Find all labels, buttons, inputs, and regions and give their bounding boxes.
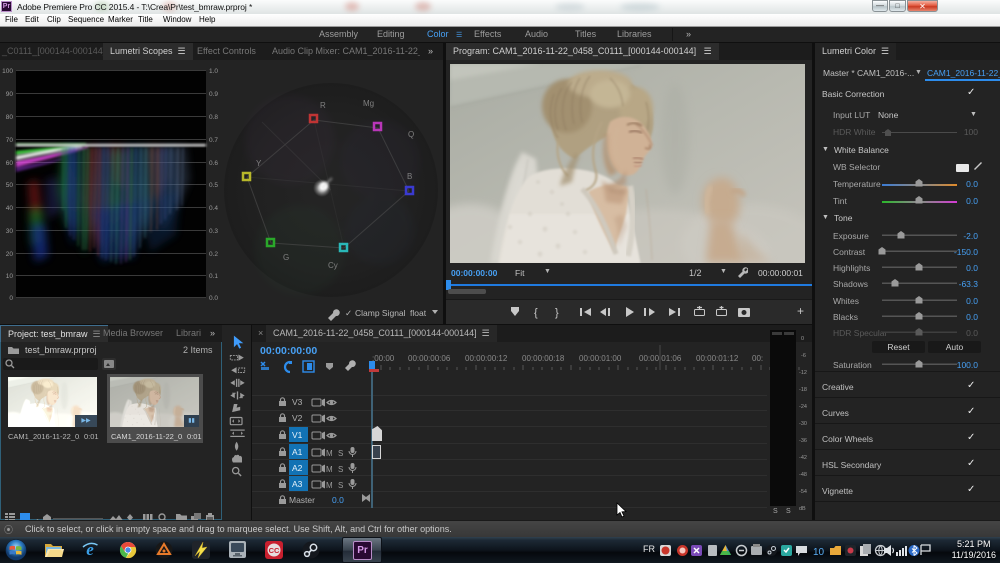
- svg-text:✓: ✓: [345, 308, 352, 318]
- svg-text:0.6: 0.6: [209, 160, 218, 167]
- svg-text:0: 0: [9, 295, 13, 302]
- svg-text:Cy: Cy: [328, 261, 338, 270]
- svg-text:00:: 00:: [752, 354, 763, 363]
- svg-text:0.5: 0.5: [209, 182, 218, 189]
- svg-text:S: S: [338, 465, 343, 474]
- svg-text:10: 10: [813, 547, 825, 557]
- svg-text:0.0: 0.0: [332, 495, 344, 505]
- svg-text:B: B: [407, 172, 412, 181]
- svg-text:100: 100: [2, 68, 13, 75]
- svg-text:G: G: [283, 253, 289, 262]
- svg-text:-42: -42: [799, 455, 807, 461]
- svg-text:1.0: 1.0: [209, 68, 218, 75]
- svg-text:M: M: [326, 481, 333, 490]
- svg-text:float: float: [410, 308, 427, 318]
- svg-text:30: 30: [6, 228, 14, 235]
- svg-text:{: {: [534, 307, 538, 319]
- svg-text:S: S: [338, 481, 343, 490]
- svg-text:R: R: [320, 101, 326, 110]
- svg-text:00:00:00:06: 00:00:00:06: [408, 354, 451, 363]
- svg-text:0.9: 0.9: [209, 91, 218, 98]
- svg-text::00:00: :00:00: [372, 354, 395, 363]
- svg-text:Q: Q: [408, 130, 414, 139]
- svg-text:00:00:01:00: 00:00:01:00: [579, 354, 622, 363]
- svg-text:-18: -18: [799, 387, 807, 393]
- svg-text:-36: -36: [799, 438, 807, 444]
- svg-text:A2: A2: [292, 463, 303, 473]
- svg-text:0.1: 0.1: [209, 273, 218, 280]
- svg-text:-6: -6: [801, 353, 806, 359]
- svg-text:Y: Y: [256, 159, 262, 168]
- svg-text:80: 80: [6, 114, 14, 121]
- svg-text:00:00:00:12: 00:00:00:12: [465, 354, 508, 363]
- svg-text:Mg: Mg: [363, 99, 374, 108]
- svg-text:50: 50: [6, 182, 14, 189]
- svg-text:M: M: [326, 465, 333, 474]
- svg-text:0.3: 0.3: [209, 228, 218, 235]
- svg-text:CC: CC: [269, 546, 280, 555]
- svg-text:V3: V3: [292, 397, 303, 407]
- svg-text:00:00:00:18: 00:00:00:18: [522, 354, 565, 363]
- svg-text:20: 20: [6, 251, 14, 258]
- svg-text:A1: A1: [292, 447, 303, 457]
- svg-text:-48: -48: [799, 472, 807, 478]
- svg-text:0.4: 0.4: [209, 205, 218, 212]
- svg-text:-54: -54: [799, 489, 807, 495]
- svg-text:-24: -24: [799, 404, 807, 410]
- svg-text:0: 0: [801, 336, 804, 342]
- svg-text:S: S: [338, 449, 343, 458]
- svg-text:M: M: [326, 449, 333, 458]
- svg-text:Clamp Signal: Clamp Signal: [355, 308, 406, 318]
- svg-text:0.7: 0.7: [209, 137, 218, 144]
- svg-text:V2: V2: [292, 413, 303, 423]
- svg-text:10: 10: [6, 273, 14, 280]
- svg-text:70: 70: [6, 137, 14, 144]
- svg-text:V1: V1: [292, 430, 303, 440]
- svg-text:}: }: [555, 307, 559, 319]
- svg-text:Master: Master: [289, 495, 315, 505]
- svg-text:60: 60: [6, 160, 14, 167]
- svg-text:0.8: 0.8: [209, 114, 218, 121]
- svg-text:90: 90: [6, 91, 14, 98]
- svg-text:A3: A3: [292, 479, 303, 489]
- svg-text:00:00:01:12: 00:00:01:12: [696, 354, 739, 363]
- svg-text:dB: dB: [799, 506, 806, 512]
- svg-text:-30: -30: [799, 421, 807, 427]
- svg-text:-12: -12: [799, 370, 807, 376]
- svg-text:0.0: 0.0: [209, 295, 218, 302]
- svg-text:0.2: 0.2: [209, 251, 218, 258]
- svg-text:40: 40: [6, 205, 14, 212]
